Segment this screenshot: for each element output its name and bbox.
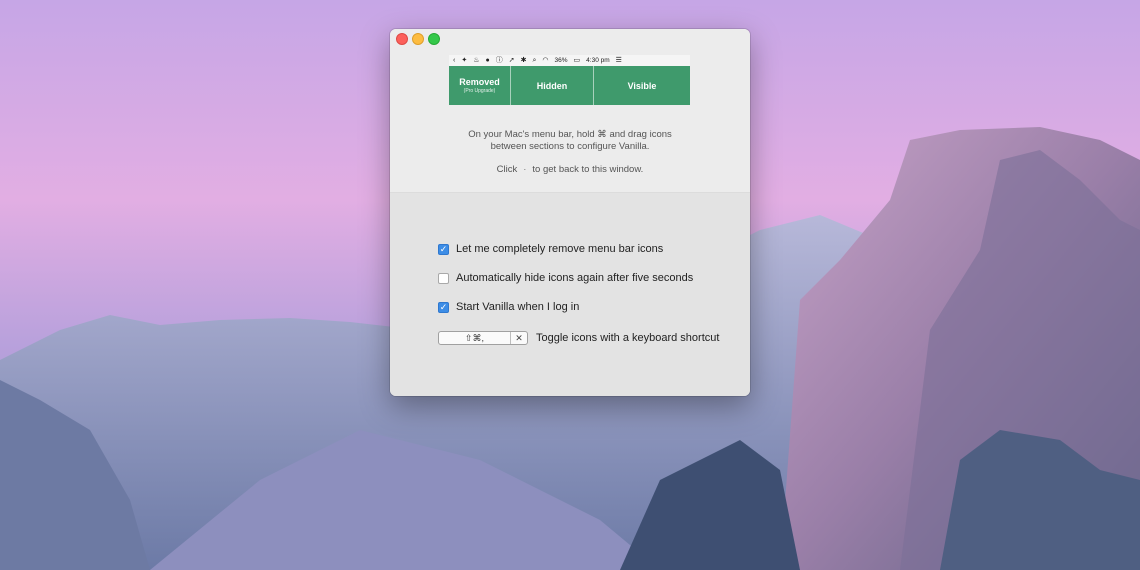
start-login-checkbox[interactable]: ✓: [438, 301, 449, 313]
remove-icons-label[interactable]: Let me completely remove menu bar icons: [456, 243, 663, 255]
dropbox-icon: ✦: [461, 57, 468, 64]
wifi-icon: ◠: [542, 57, 549, 64]
section-removed-sub: (Pro Upgrade): [463, 88, 496, 94]
clear-shortcut-icon[interactable]: ✕: [510, 332, 527, 344]
instructions-pane: ‹ ✦ ♨ ● ⓘ ➚ ✱ ⌕ ◠ 36% ▭ 4:30 pm ☰ Remove…: [390, 29, 750, 193]
option-auto-hide[interactable]: Automatically hide icons again after fiv…: [438, 272, 693, 284]
battery-icon: ▭: [573, 57, 581, 64]
menubar-preview: ‹ ✦ ♨ ● ⓘ ➚ ✱ ⌕ ◠ 36% ▭ 4:30 pm ☰: [449, 55, 690, 66]
click-hint-before: Click: [496, 164, 518, 175]
remove-icons-checkbox[interactable]: ✓: [438, 243, 449, 255]
globe-icon: ●: [485, 57, 490, 64]
menubar-clock: 4:30 pm: [586, 57, 610, 64]
instructions-line-1: On your Mac's menu bar, hold ⌘ and drag …: [468, 129, 672, 140]
section-removed-label: Removed: [459, 77, 500, 87]
close-button[interactable]: [396, 33, 408, 45]
auto-hide-checkbox[interactable]: [438, 272, 449, 284]
zoom-button[interactable]: [428, 33, 440, 45]
rocket-icon: ➚: [508, 57, 515, 64]
menubar-sections: Removed (Pro Upgrade) Hidden Visible: [449, 66, 690, 105]
section-hidden: Hidden: [511, 66, 594, 105]
battery-percent: 36%: [554, 57, 568, 64]
instructions-line-2: between sections to configure Vanilla.: [490, 141, 650, 152]
chevron-left-icon: ‹: [453, 57, 456, 64]
info-icon: ⓘ: [495, 57, 503, 64]
search-icon: ⌕: [532, 57, 537, 64]
section-visible: Visible: [594, 66, 690, 105]
click-hint: Click · to get back to this window.: [390, 164, 750, 175]
auto-hide-label[interactable]: Automatically hide icons again after fiv…: [456, 272, 693, 284]
title-bar[interactable]: [390, 29, 750, 51]
flame-icon: ♨: [473, 57, 480, 64]
bluetooth-icon: ✱: [520, 57, 527, 64]
section-visible-label: Visible: [627, 80, 657, 91]
shortcut-recorder[interactable]: ⇧⌘, ✕: [438, 331, 528, 345]
start-login-label[interactable]: Start Vanilla when I log in: [456, 301, 579, 313]
click-hint-after: to get back to this window.: [532, 164, 644, 175]
vanilla-dot-icon: ·: [523, 164, 527, 175]
instructions-text: On your Mac's menu bar, hold ⌘ and drag …: [390, 129, 750, 153]
minimize-button[interactable]: [412, 33, 424, 45]
list-icon: ☰: [615, 57, 622, 64]
shortcut-value[interactable]: ⇧⌘,: [439, 333, 510, 344]
vanilla-window: ‹ ✦ ♨ ● ⓘ ➚ ✱ ⌕ ◠ 36% ▭ 4:30 pm ☰ Remove…: [390, 29, 750, 396]
section-removed: Removed (Pro Upgrade): [449, 66, 511, 105]
shortcut-row: ⇧⌘, ✕ Toggle icons with a keyboard short…: [438, 331, 719, 345]
shortcut-label: Toggle icons with a keyboard shortcut: [536, 332, 720, 344]
settings-pane: [390, 193, 750, 396]
option-start-login[interactable]: ✓ Start Vanilla when I log in: [438, 301, 579, 313]
section-hidden-label: Hidden: [536, 80, 568, 91]
option-remove-icons[interactable]: ✓ Let me completely remove menu bar icon…: [438, 243, 663, 255]
